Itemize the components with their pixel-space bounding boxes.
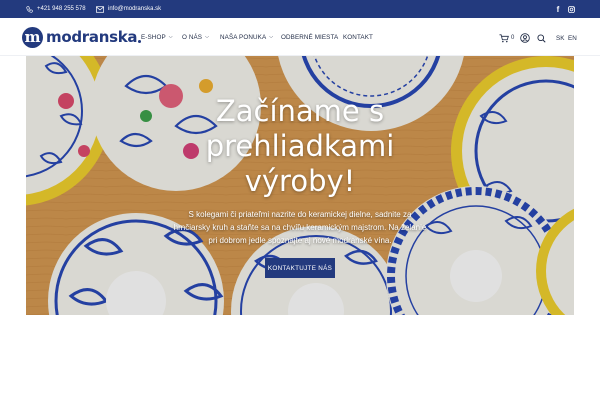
lang-en[interactable]: EN bbox=[568, 32, 577, 44]
phone-contact[interactable]: +421 948 255 578 bbox=[26, 0, 86, 18]
nav-eshop[interactable]: E-SHOP ⌵ bbox=[141, 18, 173, 56]
cart-icon bbox=[499, 33, 509, 42]
cart-count: 0 bbox=[511, 35, 515, 41]
logo-wordmark: modranska bbox=[46, 28, 138, 46]
account-button[interactable] bbox=[520, 32, 530, 44]
email-address: info@modranska.sk bbox=[108, 6, 162, 12]
hero-title: Začíname s prehliadkami výroby! bbox=[205, 94, 395, 198]
nav-nasa-ponuka[interactable]: NAŠA PONUKA ⌵ bbox=[220, 18, 273, 56]
phone-number: +421 948 255 578 bbox=[37, 6, 86, 12]
nav-kontakt-label: KONTAKT bbox=[343, 33, 373, 41]
chevron-down-icon: ⌵ bbox=[205, 34, 209, 40]
nav-odberne-miesta[interactable]: ODBERNÉ MIESTA bbox=[281, 18, 338, 56]
user-icon bbox=[520, 33, 530, 43]
mail-icon bbox=[96, 5, 104, 13]
nav-o-nas-label: O NÁS bbox=[182, 33, 203, 41]
chevron-down-icon: ⌵ bbox=[269, 34, 274, 40]
nav-nasa-ponuka-label: NAŠA PONUKA bbox=[220, 33, 267, 41]
logo-badge: m bbox=[22, 26, 43, 48]
email-contact[interactable]: info@modranska.sk bbox=[96, 0, 161, 18]
nav-odberne-miesta-label: ODBERNÉ MIESTA bbox=[281, 33, 339, 41]
facebook-icon[interactable]: f bbox=[553, 4, 563, 14]
nav-eshop-label: E-SHOP bbox=[141, 33, 166, 41]
search-button[interactable] bbox=[537, 32, 546, 44]
site-logo[interactable]: m modranska bbox=[22, 26, 142, 48]
hero-description: S kolegami či priateľmi nazrite do keram… bbox=[173, 210, 427, 245]
chevron-down-icon: ⌵ bbox=[168, 34, 173, 40]
cart-button[interactable]: 0 bbox=[499, 32, 514, 44]
top-bar: +421 948 255 578 info@modranska.sk f bbox=[0, 0, 600, 18]
lang-sk[interactable]: SK bbox=[556, 32, 564, 44]
nav-o-nas[interactable]: O NÁS ⌵ bbox=[182, 18, 209, 56]
instagram-icon[interactable] bbox=[566, 4, 576, 14]
phone-icon bbox=[26, 5, 33, 13]
hero-banner: Začíname s prehliadkami výroby! S kolega… bbox=[26, 56, 574, 315]
search-icon bbox=[537, 33, 546, 43]
nav-kontakt[interactable]: KONTAKT bbox=[343, 18, 373, 56]
contact-us-button[interactable]: KONTAKTUJTE NÁS bbox=[265, 258, 335, 278]
